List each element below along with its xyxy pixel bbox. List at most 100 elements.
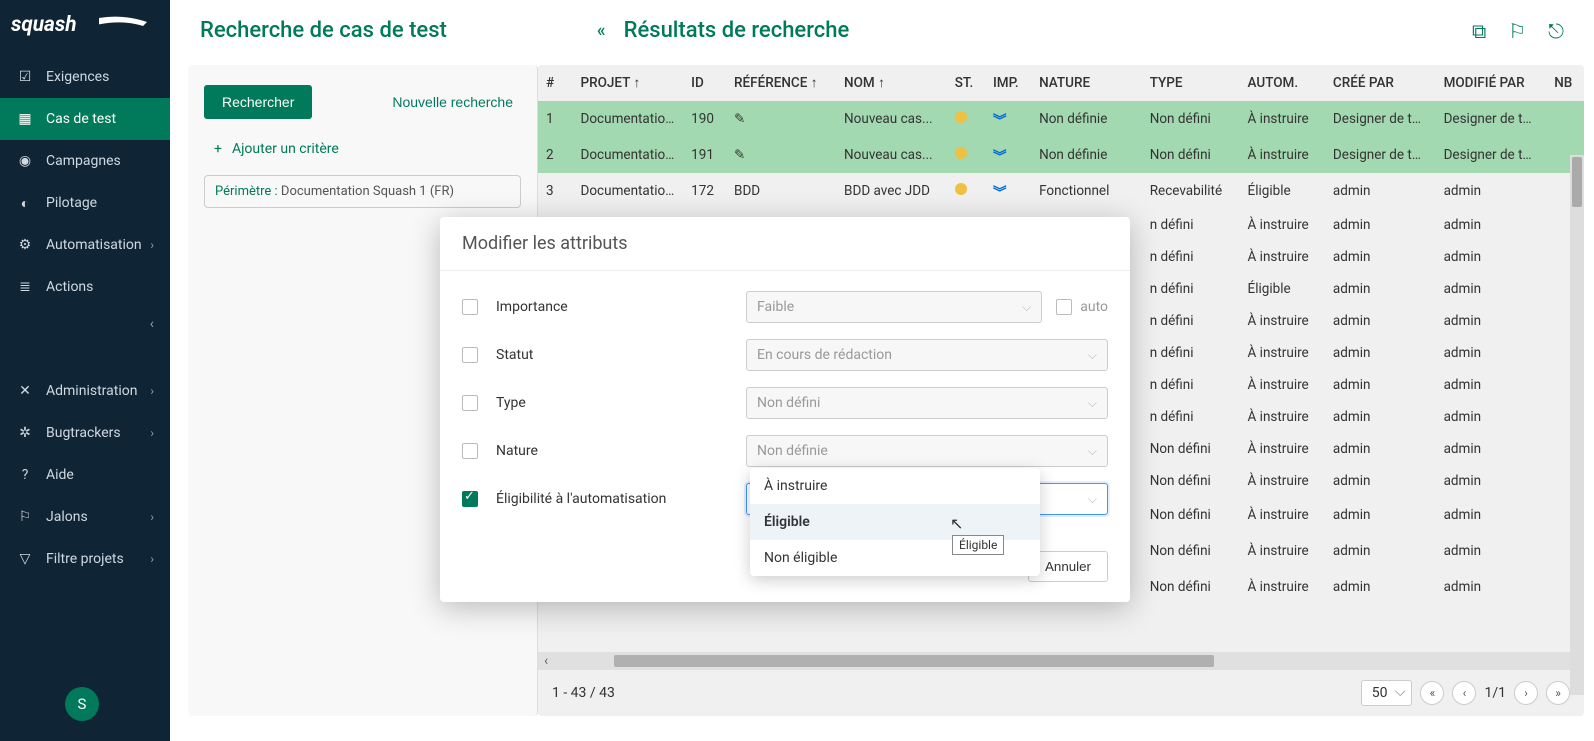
vscroll-thumb[interactable] bbox=[1572, 157, 1582, 207]
table-footer: 1 - 43 / 43 50 « ‹ 1/1 › » bbox=[538, 670, 1584, 716]
page-indicator: 1/1 bbox=[1484, 685, 1506, 701]
page-size-select[interactable]: 50 bbox=[1361, 680, 1413, 706]
attr-select[interactable]: Non défini⌵ bbox=[746, 387, 1108, 419]
collapse-sidebar[interactable]: ‹ bbox=[0, 308, 170, 340]
nav-label: Actions bbox=[46, 279, 93, 295]
nav-label: Exigences bbox=[46, 69, 109, 85]
export-icon[interactable]: ⎋ bbox=[1548, 19, 1564, 43]
cancel-button[interactable]: Annuler bbox=[1028, 551, 1108, 582]
nav-label: Jalons bbox=[46, 509, 88, 525]
nav-campagnes[interactable]: ◉ Campagnes bbox=[0, 140, 170, 182]
table-row[interactable]: 2Documentatio...191✎Nouveau cas...︾Non d… bbox=[538, 137, 1584, 173]
attr-checkbox[interactable] bbox=[462, 395, 478, 411]
nav-administration[interactable]: ✕Administration› bbox=[0, 370, 170, 412]
chevron-down-icon: ⌵ bbox=[1088, 348, 1097, 363]
col-header[interactable]: AUTOM. bbox=[1240, 65, 1325, 101]
results-title: « Résultats de recherche bbox=[597, 18, 849, 43]
nav-bugtrackers[interactable]: ✲Bugtrackers› bbox=[0, 412, 170, 454]
nav-label: Campagnes bbox=[46, 153, 121, 169]
nav-actions[interactable]: ≣Actions bbox=[0, 266, 170, 308]
search-button[interactable]: Rechercher bbox=[204, 85, 312, 119]
perimeter-chip[interactable]: Périmètre : Documentation Squash 1 (FR) bbox=[204, 175, 521, 208]
chevron-right-icon: › bbox=[150, 510, 154, 524]
list-icon: ▦ bbox=[16, 110, 34, 128]
scroll-left-icon[interactable]: ‹ bbox=[538, 653, 554, 669]
sidebar: squash ☑Exigences▦Cas de test ◉ Campagnes ◐… bbox=[0, 0, 170, 741]
nav-filtre-projets[interactable]: ▽Filtre projets› bbox=[0, 538, 170, 580]
table-row[interactable]: 1Documentatio...190✎Nouveau cas...︾Non d… bbox=[538, 101, 1584, 137]
next-page-button[interactable]: › bbox=[1514, 681, 1538, 705]
status-dot bbox=[955, 111, 967, 123]
status-dot bbox=[955, 147, 967, 159]
nav-exigences[interactable]: ☑Exigences bbox=[0, 56, 170, 98]
bug-icon: ✲ bbox=[16, 424, 34, 442]
col-header[interactable]: IMP. bbox=[985, 65, 1031, 101]
nav-label: Pilotage bbox=[46, 195, 97, 211]
attr-checkbox[interactable] bbox=[462, 491, 478, 507]
attr-label: Importance bbox=[496, 299, 746, 315]
attr-checkbox[interactable] bbox=[462, 347, 478, 363]
perimeter-value: Documentation Squash 1 (FR) bbox=[281, 184, 454, 199]
attr-label: Éligibilité à l'automatisation bbox=[496, 491, 746, 507]
prev-page-button[interactable]: ‹ bbox=[1452, 681, 1476, 705]
col-header[interactable]: PROJET ↑ bbox=[573, 65, 684, 101]
play-icon: ◉ bbox=[16, 152, 34, 170]
attr-checkbox[interactable] bbox=[462, 443, 478, 459]
col-header[interactable]: NATURE bbox=[1031, 65, 1142, 101]
scroll-thumb[interactable] bbox=[614, 655, 1214, 667]
chevron-down-icon: ⌵ bbox=[1088, 492, 1097, 507]
nav-pilotage[interactable]: ◐Pilotage bbox=[0, 182, 170, 224]
col-header[interactable]: TYPE bbox=[1142, 65, 1240, 101]
attr-select[interactable]: Non définie⌵ bbox=[746, 435, 1108, 467]
first-page-button[interactable]: « bbox=[1420, 681, 1444, 705]
chevron-down-icon: ⌵ bbox=[1022, 300, 1031, 315]
col-header[interactable]: NB bbox=[1546, 65, 1584, 101]
results-label: Résultats de recherche bbox=[624, 18, 850, 43]
attr-checkbox[interactable] bbox=[462, 299, 478, 315]
col-header[interactable]: CRÉÉ PAR bbox=[1325, 65, 1436, 101]
last-page-button[interactable]: » bbox=[1546, 681, 1570, 705]
nav-automatisation[interactable]: ⚙Automatisation› bbox=[0, 224, 170, 266]
table-row[interactable]: 3Documentatio...172BDDBDD avec JDD︾Fonct… bbox=[538, 173, 1584, 209]
filter-icon: ▽ bbox=[16, 550, 34, 568]
vertical-scrollbar[interactable] bbox=[1570, 155, 1584, 695]
nav-aide[interactable]: ?Aide bbox=[0, 454, 170, 496]
sliders-icon: ✕ bbox=[16, 382, 34, 400]
edit-icon[interactable]: ✎ bbox=[734, 111, 745, 127]
status-dot bbox=[955, 183, 967, 195]
nav-label: Automatisation bbox=[46, 237, 142, 253]
page-title: Recherche de cas de test bbox=[200, 18, 447, 43]
back-icon[interactable]: « bbox=[597, 20, 606, 41]
attr-select[interactable]: En cours de rédaction⌵ bbox=[746, 339, 1108, 371]
importance-icon: ︾ bbox=[993, 113, 1007, 129]
auto-checkbox[interactable]: auto bbox=[1056, 299, 1108, 315]
nav-label: Bugtrackers bbox=[46, 425, 121, 441]
avatar[interactable]: S bbox=[65, 687, 99, 721]
col-header[interactable]: ID bbox=[683, 65, 726, 101]
col-header[interactable]: ST. bbox=[947, 65, 985, 101]
col-header[interactable]: NOM ↑ bbox=[836, 65, 947, 101]
add-criterion[interactable]: + Ajouter un critère bbox=[204, 141, 521, 157]
copy-icon[interactable]: ⧉ bbox=[1472, 19, 1486, 43]
header: Recherche de cas de test « Résultats de … bbox=[170, 0, 1594, 55]
col-header[interactable]: MODIFIÉ PAR bbox=[1436, 65, 1547, 101]
nav-cas-de-test[interactable]: ▦Cas de test bbox=[0, 98, 170, 140]
chevron-down-icon: ⌵ bbox=[1088, 396, 1097, 411]
flag-icon[interactable]: ⚐ bbox=[1508, 19, 1526, 43]
col-header[interactable]: # bbox=[538, 65, 573, 101]
dropdown-option[interactable]: À instruire bbox=[750, 468, 1040, 504]
new-search-link[interactable]: Nouvelle recherche bbox=[392, 94, 513, 110]
nav-jalons[interactable]: ⚐Jalons› bbox=[0, 496, 170, 538]
col-header[interactable]: RÉFÉRENCE ↑ bbox=[726, 65, 836, 101]
attr-label: Nature bbox=[496, 443, 746, 459]
attr-select[interactable]: Faible⌵ bbox=[746, 291, 1042, 323]
auto-label: auto bbox=[1080, 299, 1108, 315]
header-actions: ⧉ ⚐ ⎋ bbox=[1472, 19, 1564, 43]
add-criterion-label: Ajouter un critère bbox=[232, 141, 339, 157]
edit-icon[interactable]: ✎ bbox=[734, 147, 745, 163]
horizontal-scrollbar[interactable]: ‹ › bbox=[538, 652, 1584, 670]
eligibility-dropdown: À instruireÉligibleNon éligible bbox=[750, 468, 1040, 576]
nav-label: Filtre projets bbox=[46, 551, 124, 567]
svg-text:squash: squash bbox=[11, 13, 77, 37]
row-count: 1 - 43 / 43 bbox=[552, 685, 615, 701]
